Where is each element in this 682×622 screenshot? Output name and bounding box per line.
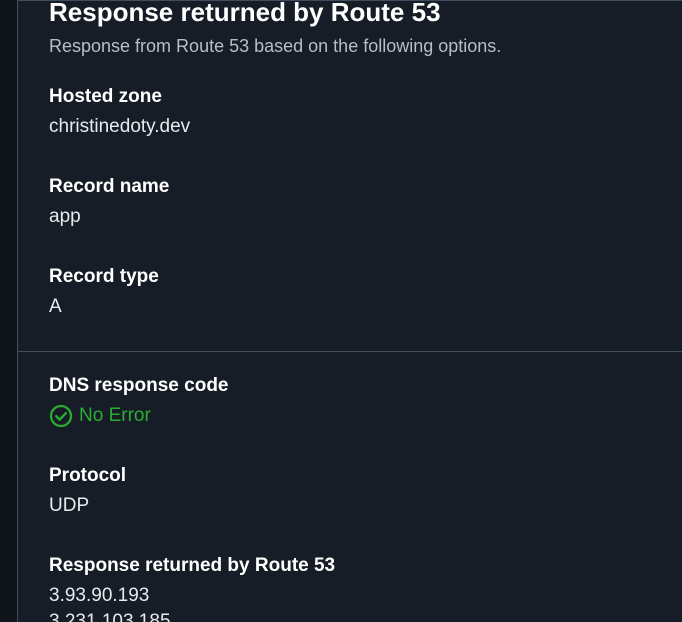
panel-title: Response returned by Route 53 xyxy=(49,0,441,27)
route53-returned-value-1: 3.93.90.193 xyxy=(49,585,150,606)
hosted-zone-label: Hosted zone xyxy=(49,86,162,107)
dns-response-code-field: DNS response code No Error xyxy=(49,373,649,429)
response-panel: Response returned by Route 53 Response f… xyxy=(17,0,682,622)
hosted-zone-field: Hosted zone christinedoty.dev xyxy=(49,84,649,140)
status-success-icon xyxy=(49,404,73,428)
route53-returned-label: Response returned by Route 53 xyxy=(49,555,336,576)
record-name-label: Record name xyxy=(49,176,170,197)
record-name-field: Record name app xyxy=(49,174,649,230)
record-type-field: Record type A xyxy=(49,264,649,320)
record-name-value: app xyxy=(49,206,81,227)
protocol-field: Protocol UDP xyxy=(49,463,649,519)
protocol-label: Protocol xyxy=(49,465,127,486)
hosted-zone-value: christinedoty.dev xyxy=(49,116,191,137)
dns-response-code-value: No Error xyxy=(79,405,151,426)
panel-header: Response returned by Route 53 Response f… xyxy=(49,0,679,59)
panel-subtitle: Response from Route 53 based on the foll… xyxy=(49,36,502,56)
route53-returned-value-2: 3.231.103.185 xyxy=(49,611,171,622)
protocol-value: UDP xyxy=(49,495,90,516)
record-type-value: A xyxy=(49,296,62,317)
route53-returned-field: Response returned by Route 53 3.93.90.19… xyxy=(49,553,649,622)
dns-response-code-label: DNS response code xyxy=(49,375,229,396)
page: Response returned by Route 53 Response f… xyxy=(0,0,682,622)
dns-response-code-status: No Error xyxy=(49,403,649,429)
section-divider xyxy=(18,351,682,352)
record-type-label: Record type xyxy=(49,266,159,287)
left-gutter xyxy=(0,0,17,622)
